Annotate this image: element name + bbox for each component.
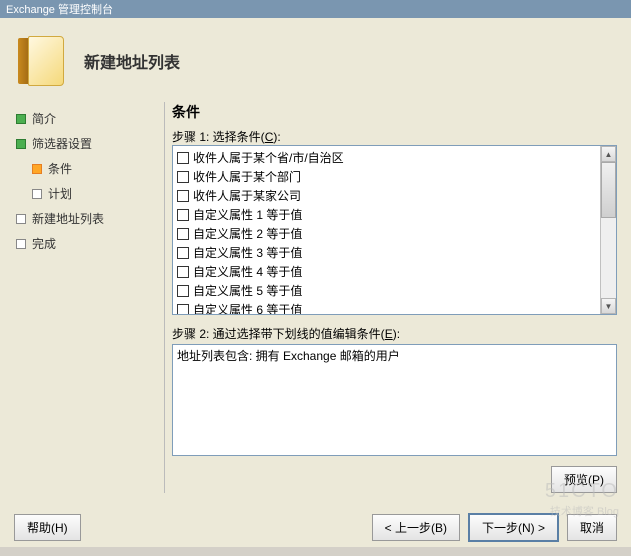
cancel-button[interactable]: 取消 — [567, 514, 617, 541]
checkbox-icon[interactable] — [177, 247, 189, 259]
help-button[interactable]: 帮助(H) — [14, 514, 81, 541]
checkbox-icon[interactable] — [177, 190, 189, 202]
condition-label: 收件人属于某家公司 — [193, 187, 301, 204]
bullet-icon — [16, 114, 26, 124]
condition-label: 收件人属于某个部门 — [193, 168, 301, 185]
step-label: 简介 — [32, 110, 56, 127]
bullet-icon — [16, 139, 26, 149]
conditions-listbox[interactable]: 收件人属于某个省/市/自治区收件人属于某个部门收件人属于某家公司自定义属性 1 … — [172, 145, 617, 315]
checkbox-icon[interactable] — [177, 285, 189, 297]
step-label: 新建地址列表 — [32, 210, 104, 227]
condition-item[interactable]: 自定义属性 4 等于值 — [177, 262, 596, 281]
step2-label: 步骤 2: 通过选择带下划线的值编辑条件(E): — [172, 325, 617, 342]
step-label: 计划 — [48, 185, 72, 202]
condition-item[interactable]: 收件人属于某家公司 — [177, 186, 596, 205]
condition-item[interactable]: 自定义属性 3 等于值 — [177, 243, 596, 262]
condition-label: 自定义属性 4 等于值 — [193, 263, 302, 280]
title-bar: Exchange 管理控制台 — [0, 0, 631, 18]
condition-item[interactable]: 收件人属于某个部门 — [177, 167, 596, 186]
wizard-header: 新建地址列表 — [14, 28, 617, 102]
scrollbar[interactable]: ▲ ▼ — [600, 146, 616, 314]
step-schedule: 计划 — [30, 181, 158, 206]
condition-label: 收件人属于某个省/市/自治区 — [193, 149, 344, 166]
condition-item[interactable]: 收件人属于某个省/市/自治区 — [177, 148, 596, 167]
checkbox-icon[interactable] — [177, 152, 189, 164]
checkbox-icon[interactable] — [177, 171, 189, 183]
preview-button[interactable]: 预览(P) — [551, 466, 617, 493]
checkbox-icon[interactable] — [177, 209, 189, 221]
step-create: 新建地址列表 — [14, 206, 158, 231]
window-title: Exchange 管理控制台 — [6, 4, 113, 16]
step-conditions: 条件 — [30, 156, 158, 181]
bullet-icon — [32, 164, 42, 174]
condition-item[interactable]: 自定义属性 2 等于值 — [177, 224, 596, 243]
condition-label: 自定义属性 2 等于值 — [193, 225, 302, 242]
bullet-icon — [16, 214, 26, 224]
bullet-icon — [32, 189, 42, 199]
description-text: 地址列表包含: 拥有 Exchange 邮箱的用户 — [177, 349, 400, 363]
step-label: 筛选器设置 — [32, 135, 92, 152]
scroll-down-button[interactable]: ▼ — [601, 298, 616, 314]
checkbox-icon[interactable] — [177, 266, 189, 278]
condition-label: 自定义属性 3 等于值 — [193, 244, 302, 261]
wizard-body: 简介 筛选器设置 条件 计划 新建地址列表 完成 条件 步骤 1: 选择条件(C… — [14, 102, 617, 493]
section-title: 条件 — [172, 102, 617, 122]
condition-item[interactable]: 自定义属性 5 等于值 — [177, 281, 596, 300]
wizard-footer: 帮助(H) < 上一步(B) 下一步(N) > 取消 — [14, 513, 617, 542]
next-button[interactable]: 下一步(N) > — [468, 513, 559, 542]
step-intro: 简介 — [14, 106, 158, 131]
step-label: 完成 — [32, 235, 56, 252]
checkbox-icon[interactable] — [177, 228, 189, 240]
condition-label: 自定义属性 6 等于值 — [193, 301, 302, 314]
content-area: 新建地址列表 简介 筛选器设置 条件 计划 新建地址列表 完成 条件 步骤 1:… — [0, 18, 631, 556]
back-button[interactable]: < 上一步(B) — [372, 514, 460, 541]
step-finish: 完成 — [14, 231, 158, 256]
step1-label: 步骤 1: 选择条件(C): — [172, 128, 617, 145]
condition-item[interactable]: 自定义属性 6 等于值 — [177, 300, 596, 314]
address-book-icon — [18, 36, 64, 86]
scroll-thumb[interactable] — [601, 162, 616, 218]
step-filter-settings: 筛选器设置 — [14, 131, 158, 156]
scroll-track[interactable] — [601, 162, 616, 298]
page-title: 新建地址列表 — [84, 49, 180, 73]
condition-label: 自定义属性 5 等于值 — [193, 282, 302, 299]
wizard-steps-sidebar: 简介 筛选器设置 条件 计划 新建地址列表 完成 — [14, 102, 158, 493]
main-panel: 条件 步骤 1: 选择条件(C): 收件人属于某个省/市/自治区收件人属于某个部… — [172, 102, 617, 493]
divider — [164, 102, 165, 493]
condition-label: 自定义属性 1 等于值 — [193, 206, 302, 223]
bullet-icon — [16, 239, 26, 249]
condition-item[interactable]: 自定义属性 1 等于值 — [177, 205, 596, 224]
scroll-up-button[interactable]: ▲ — [601, 146, 616, 162]
checkbox-icon[interactable] — [177, 304, 189, 315]
step-label: 条件 — [48, 160, 72, 177]
wizard-window: Exchange 管理控制台 新建地址列表 简介 筛选器设置 条件 计划 新建地… — [0, 0, 631, 547]
description-box[interactable]: 地址列表包含: 拥有 Exchange 邮箱的用户 — [172, 344, 617, 456]
conditions-list: 收件人属于某个省/市/自治区收件人属于某个部门收件人属于某家公司自定义属性 1 … — [173, 146, 600, 314]
